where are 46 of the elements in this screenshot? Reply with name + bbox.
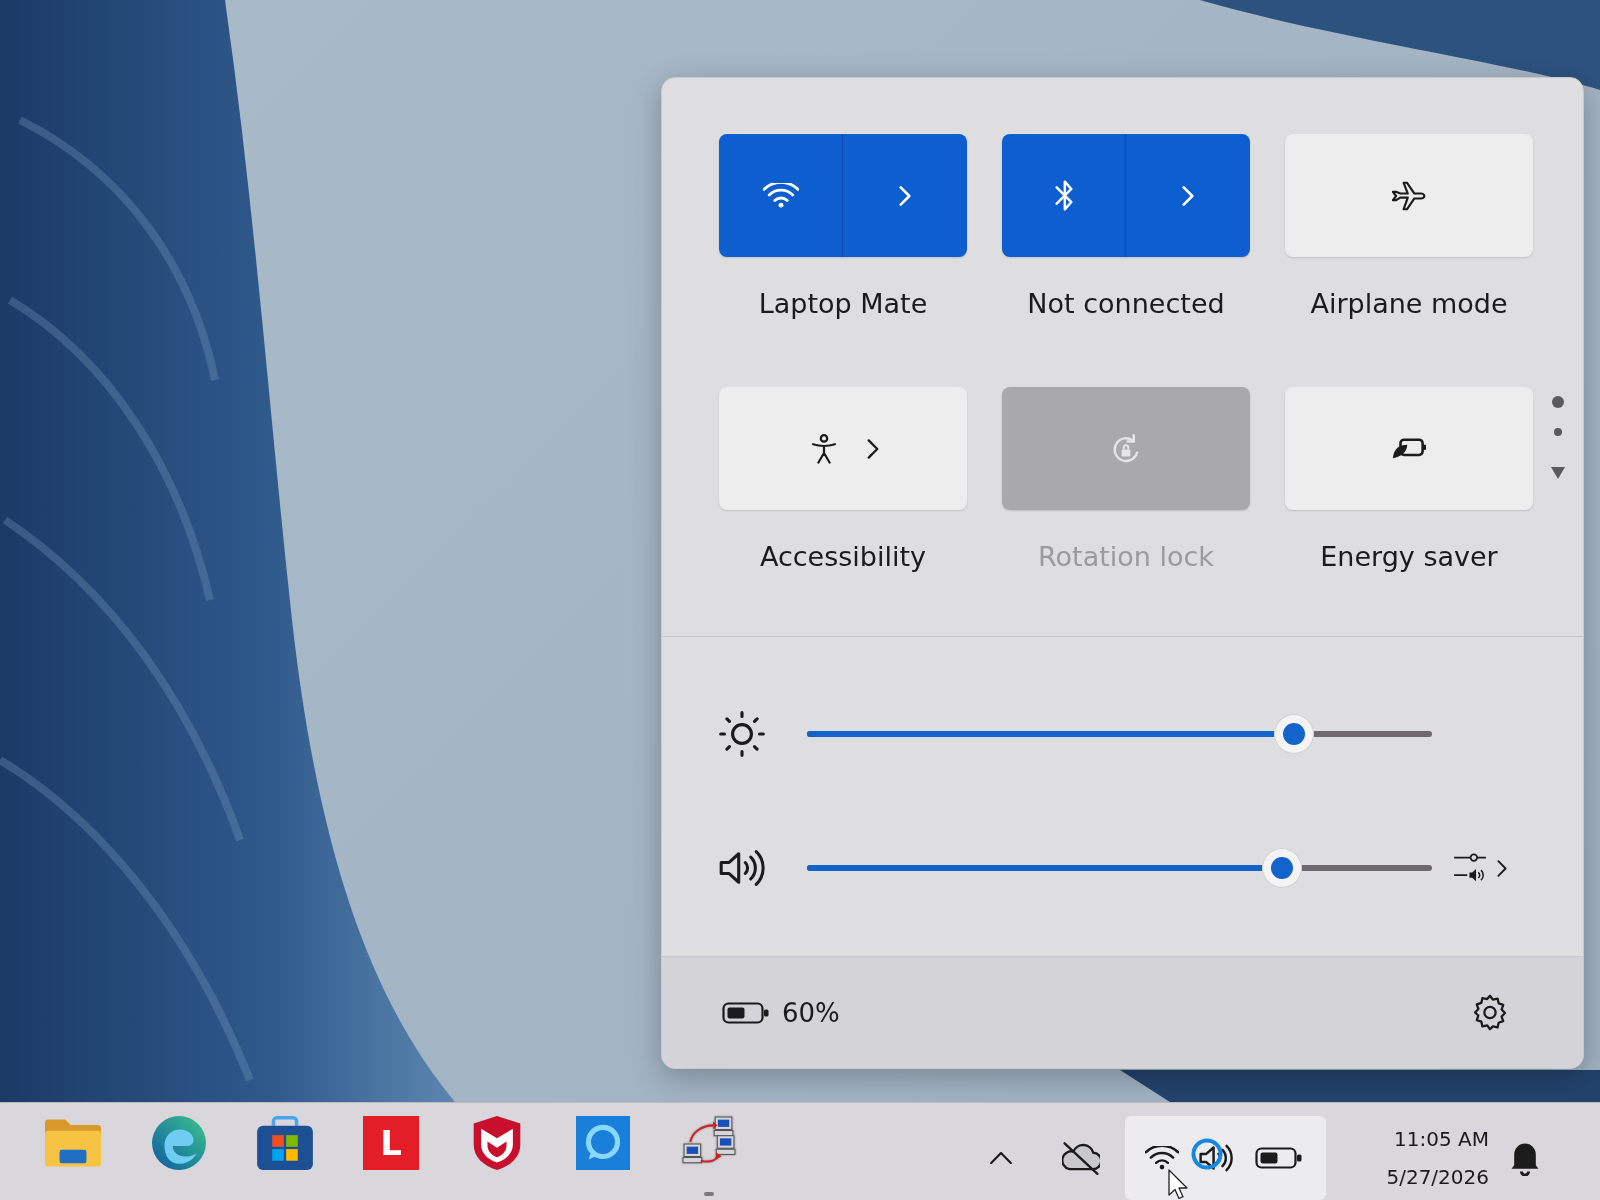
brightness-slider[interactable] [807, 714, 1432, 754]
bluetooth-icon [1054, 180, 1073, 211]
tile-label: Rotation lock [1038, 540, 1214, 574]
clock-button[interactable]: 11:05 AM 5/27/2026 [1339, 1120, 1489, 1196]
battery-icon [1255, 1146, 1303, 1170]
wifi-icon [762, 183, 799, 208]
expand-tile-button[interactable] [843, 134, 967, 257]
volume-slider[interactable] [807, 848, 1432, 888]
ring-tile-icon[interactable] [575, 1116, 631, 1170]
ring-icon [1191, 1138, 1223, 1170]
tile-label: Airplane mode [1310, 287, 1508, 321]
chevron-icon [1497, 859, 1507, 877]
chevron-icon [1182, 185, 1194, 206]
toggle-tile[interactable] [1285, 387, 1533, 510]
expand-tile-button[interactable] [1126, 134, 1250, 257]
toggle-tile[interactable] [1002, 134, 1126, 257]
battery-percentage: 60% [782, 997, 840, 1028]
mixer-icon [1453, 852, 1487, 884]
toggle-tile[interactable] [719, 134, 843, 257]
folder-icon[interactable] [45, 1116, 101, 1170]
caret-down-icon[interactable] [1551, 467, 1565, 479]
battery-icon [722, 1000, 770, 1025]
tile-label: Accessibility [759, 540, 927, 574]
slider-thumb[interactable] [1262, 848, 1302, 888]
tile-label: Energy saver [1320, 540, 1498, 574]
sun-icon [719, 711, 765, 757]
toggle-tile[interactable] [719, 387, 967, 510]
chevron-up-icon[interactable] [990, 1152, 1012, 1164]
volume-mixer-button[interactable] [1453, 852, 1507, 884]
cloud-off-icon[interactable] [1062, 1141, 1100, 1175]
shopping-bag-icon[interactable] [257, 1116, 313, 1170]
page-dot-icon[interactable] [1552, 396, 1564, 408]
speaker-icon [1199, 1144, 1233, 1172]
page-dot-icon[interactable] [1554, 428, 1562, 436]
wifi-icon [1145, 1146, 1179, 1170]
swirl-icon[interactable] [151, 1116, 207, 1170]
tile-label: Not connected [1027, 287, 1225, 321]
airplane-icon [1392, 180, 1426, 211]
chevron-icon [899, 185, 911, 206]
status-icons-button[interactable] [1125, 1116, 1326, 1200]
app-tile-button[interactable]: L [363, 1116, 419, 1170]
settings-icon[interactable] [1473, 994, 1507, 1031]
tile-label: Laptop Mate [758, 287, 928, 321]
chevron-icon [867, 438, 879, 459]
toggle-tile[interactable] [1285, 134, 1533, 257]
mouse-pointer-icon [1168, 1169, 1189, 1200]
